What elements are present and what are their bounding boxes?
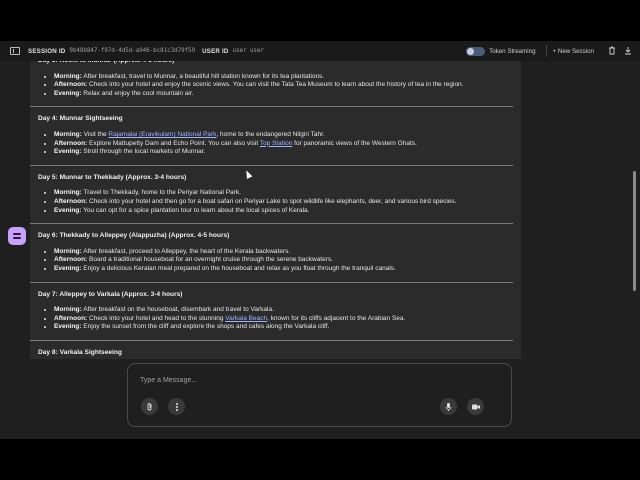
activity-time-label: Afternoon: xyxy=(54,139,88,147)
activity-text: Visit the xyxy=(81,130,109,138)
microphone-icon[interactable] xyxy=(440,398,457,415)
sidebar-toggle-icon[interactable] xyxy=(10,47,20,55)
app-window: SESSION ID 9b48b847-f97d-4d5d-a946-bc81c… xyxy=(0,41,640,439)
place-link[interactable]: Top Station xyxy=(260,140,293,147)
day-title: Day 8: Varkala Sightseeing xyxy=(38,348,122,356)
session-id-value: 9b48b847-f97d-4d5d-a946-bc81c3d79f59 xyxy=(69,48,196,54)
activity-time-label: Morning: xyxy=(54,247,82,255)
activity-item: Afternoon: Check into your hotel and the… xyxy=(54,198,508,207)
activity-item: Afternoon: Check into your hotel and hea… xyxy=(54,315,508,324)
activity-text: You can opt for a spice plantation tour … xyxy=(81,206,310,214)
paperclip-icon[interactable] xyxy=(141,398,158,415)
activity-item: Evening: Enjoy a delicious Keralan meal … xyxy=(54,265,508,274)
activity-item: Evening: Stroll through the local market… xyxy=(54,148,508,157)
activity-time-label: Afternoon: xyxy=(54,81,88,89)
activity-text: , known for its cliffs adjacent to the A… xyxy=(267,314,406,322)
day-title: Day 4: Munnar Sightseeing xyxy=(38,115,123,123)
itinerary-day: Day 6: Thekkady to Alleppey (Alappuzha) … xyxy=(30,232,513,283)
user-id-label: USER ID xyxy=(202,47,229,55)
activity-item: Morning: After breakfast, proceed to All… xyxy=(54,248,508,257)
day-activities: Morning: Travel to Thekkady, home to the… xyxy=(38,189,508,215)
chat-message-area[interactable]: Day 3: Kochi to Munnar (Approx. 4-5 hour… xyxy=(30,61,521,359)
activity-time-label: Morning: xyxy=(54,189,82,197)
activity-text: Stroll through the local markets of Munn… xyxy=(81,148,206,156)
activity-item: Evening: You can opt for a spice plantat… xyxy=(54,207,508,216)
activity-item: Morning: Travel to Thekkady, home to the… xyxy=(54,189,508,198)
activity-item: Evening: Enjoy the sunset from the cliff… xyxy=(54,323,508,332)
activity-text: Board a traditional houseboat for an ove… xyxy=(87,256,333,264)
activity-text: Check into your hotel and then go for a … xyxy=(87,197,457,205)
day-activities: Morning: Visit the Rajamalai (Eravikulam… xyxy=(38,131,508,157)
new-session-button[interactable]: + New Session xyxy=(553,48,594,55)
token-streaming-label: Token Streaming xyxy=(489,47,536,55)
activity-item: Morning: After breakfast, travel to Munn… xyxy=(54,73,508,82)
divider xyxy=(545,45,547,57)
video-camera-icon[interactable] xyxy=(467,398,484,415)
activity-time-label: Morning: xyxy=(54,72,82,80)
activity-text: Enjoy the sunset from the cliff and expl… xyxy=(81,323,330,331)
activity-time-label: Evening: xyxy=(54,89,82,97)
place-link[interactable]: Rajamalai (Eravikulam) National Park xyxy=(108,131,216,138)
day-divider xyxy=(30,339,513,341)
activity-item: Evening: Relax and enjoy the cool mounta… xyxy=(54,90,508,99)
activity-text: Check into your hotel and head to the st… xyxy=(87,314,226,322)
message-input[interactable]: Type a Message... xyxy=(140,377,197,384)
day-activities: Morning: After breakfast on the houseboa… xyxy=(38,306,508,332)
activity-time-label: Afternoon: xyxy=(54,197,88,205)
activity-text: Enjoy a delicious Keralan meal prepared … xyxy=(81,264,396,272)
day-divider xyxy=(30,106,513,108)
activity-text: Check into your hotel and enjoy the scen… xyxy=(87,81,464,89)
topbar-actions: Token Streaming + New Session xyxy=(466,41,634,61)
itinerary-day: Day 5: Munnar to Thekkady (Approx. 3-4 h… xyxy=(30,173,513,225)
activity-time-label: Evening: xyxy=(54,206,82,214)
place-link[interactable]: Varkala Beach xyxy=(225,315,267,322)
activity-item: Afternoon: Check into your hotel and enj… xyxy=(54,81,508,90)
activity-text: , home to the endangered Nilgiri Tahr. xyxy=(216,130,325,138)
activity-item: Afternoon: Explore Mattupetty Dam and Ec… xyxy=(54,140,508,149)
itinerary-day: Day 8: Varkala SightseeingMorning: Visit… xyxy=(38,349,508,359)
trash-icon[interactable] xyxy=(608,46,616,57)
activity-time-label: Afternoon: xyxy=(54,314,88,322)
toggle-knob xyxy=(467,47,475,55)
download-icon[interactable] xyxy=(624,46,632,57)
day-divider xyxy=(30,281,513,283)
activity-item: Morning: Visit the Rajamalai (Eravikulam… xyxy=(54,131,508,140)
activity-text: After breakfast, travel to Munnar, a bea… xyxy=(81,72,325,80)
message-composer: Type a Message... xyxy=(127,363,512,427)
day-divider xyxy=(30,223,513,225)
session-id-label: SESSION ID xyxy=(28,47,66,55)
activity-time-label: Evening: xyxy=(54,148,82,156)
day-title: Day 6: Thekkady to Alleppey (Alappuzha) … xyxy=(38,232,230,240)
agent-message: Day 3: Kochi to Munnar (Approx. 4-5 hour… xyxy=(30,61,513,359)
day-activities: Morning: After breakfast, proceed to All… xyxy=(38,248,508,274)
day-divider xyxy=(30,164,513,166)
itinerary-day: Day 7: Alleppey to Varkala (Approx. 3-4 … xyxy=(30,290,513,341)
activity-time-label: Afternoon: xyxy=(54,256,88,264)
activity-text: Travel to Thekkady, home to the Periyar … xyxy=(81,189,241,197)
agent-avatar-icon xyxy=(8,227,26,245)
day-title: Day 3: Kochi to Munnar (Approx. 4-5 hour… xyxy=(38,61,508,66)
activity-text: for panoramic views of the Western Ghats… xyxy=(292,139,417,147)
day-activities: Morning: After breakfast, travel to Munn… xyxy=(38,73,508,99)
itinerary-day: Day 3: Kochi to Munnar (Approx. 4-5 hour… xyxy=(30,61,513,108)
top-bar: SESSION ID 9b48b847-f97d-4d5d-a946-bc81c… xyxy=(0,41,640,61)
activity-time-label: Evening: xyxy=(54,264,82,272)
activity-time-label: Evening: xyxy=(54,323,82,331)
activity-text: After breakfast, proceed to Alleppey, th… xyxy=(81,247,291,255)
scrollbar[interactable] xyxy=(633,171,636,291)
activity-item: Morning: After breakfast on the houseboa… xyxy=(54,306,508,315)
user-id-value: user user xyxy=(232,48,264,54)
day-title: Day 5: Munnar to Thekkady (Approx. 3-4 h… xyxy=(38,173,187,181)
activity-text: After breakfast on the houseboat, disemb… xyxy=(81,306,274,314)
activity-item: Afternoon: Board a traditional houseboat… xyxy=(54,256,508,265)
activity-time-label: Morning: xyxy=(54,306,82,314)
day-title: Day 7: Alleppey to Varkala (Approx. 3-4 … xyxy=(38,290,183,298)
activity-text: Explore Mattupetty Dam and Echo Point. Y… xyxy=(87,139,260,147)
more-vertical-icon[interactable] xyxy=(168,398,185,415)
token-streaming-toggle[interactable] xyxy=(466,46,486,56)
itinerary-day: Day 4: Munnar Sightseeing Morning: Visit … xyxy=(30,115,513,166)
activity-time-label: Morning: xyxy=(54,130,82,138)
activity-text: Relax and enjoy the cool mountain air. xyxy=(81,89,194,97)
